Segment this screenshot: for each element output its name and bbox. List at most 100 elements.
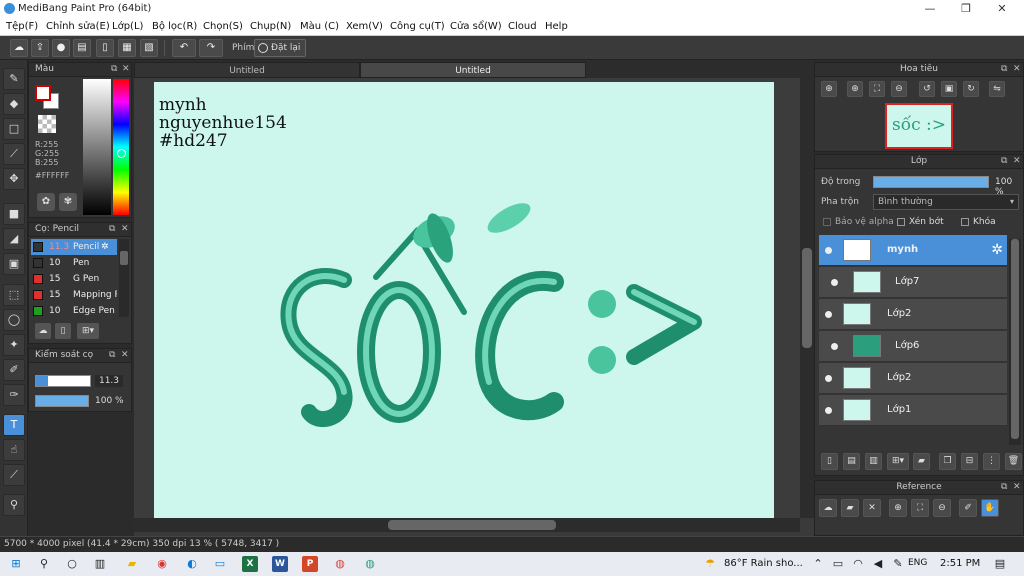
chrome-icon[interactable]: ◍ [332, 556, 348, 572]
new-8bit-layer-icon[interactable]: ▥ [865, 453, 882, 470]
select-eraser-icon[interactable]: ✑ [3, 384, 25, 406]
brush-size-slider[interactable] [35, 375, 91, 387]
navigator-preview[interactable]: sốc :> [885, 103, 953, 149]
new-halftone-layer-icon[interactable]: ▤ [843, 453, 860, 470]
visibility-icon[interactable] [825, 311, 832, 318]
menu-color[interactable]: Màu (C) [300, 21, 339, 32]
tab-untitled-1[interactable]: Untitled [134, 62, 360, 78]
dot-tool-icon[interactable]: □ [3, 118, 25, 140]
minimize-button[interactable]: — [912, 0, 948, 18]
canvas-viewport[interactable]: mynh nguyenhue154 #hd247 [134, 78, 800, 518]
excel-icon[interactable]: X [242, 556, 258, 572]
text-bubble-icon[interactable]: ▤ [73, 39, 91, 57]
lock-checkbox[interactable]: Khóa [961, 217, 996, 227]
visibility-icon[interactable] [825, 375, 832, 382]
panel-close-icon[interactable]: ✕ [121, 349, 129, 362]
word-icon[interactable]: W [272, 556, 288, 572]
layer-row[interactable]: Lớp7 [819, 267, 1007, 298]
media-player-icon[interactable]: ◉ [154, 556, 170, 572]
brush-item[interactable]: 10 Edge Pen [31, 303, 117, 319]
layer-row[interactable]: Lớp6 [819, 331, 1007, 362]
eyedropper-icon[interactable]: ✐ [959, 499, 977, 517]
menu-layer[interactable]: Lớp(L) [112, 21, 143, 32]
maximize-button[interactable]: ❐ [948, 0, 984, 18]
undock-icon[interactable]: ⧉ [109, 223, 115, 236]
rotate-left-icon[interactable]: ↺ [919, 81, 935, 97]
brush-item[interactable]: 10 Pen [31, 255, 117, 271]
actual-size-icon[interactable]: ▣ [941, 81, 957, 97]
brush-size-value[interactable]: 11.3 [95, 375, 123, 387]
cloud-icon[interactable]: ☁ [819, 499, 837, 517]
cloud-icon[interactable]: ☁ [10, 39, 28, 57]
scroll-thumb[interactable] [1011, 239, 1019, 439]
notification-icon[interactable]: ▤ [992, 556, 1008, 572]
undock-icon[interactable]: ⧉ [111, 63, 117, 76]
primary-color-swatch[interactable] [35, 85, 51, 101]
visibility-icon[interactable] [825, 247, 832, 254]
fill-rect-tool-icon[interactable]: ■ [3, 203, 25, 225]
select-pen-icon[interactable]: ✐ [3, 359, 25, 381]
clipping-checkbox[interactable]: Xén bớt [897, 217, 944, 227]
page-icon[interactable]: ▯ [96, 39, 114, 57]
tab-untitled-2[interactable]: Untitled [360, 62, 586, 78]
layer-scrollbar[interactable] [1009, 239, 1021, 445]
layer-row[interactable]: Lớp2 [819, 363, 1007, 394]
canvas[interactable]: mynh nguyenhue154 #hd247 [154, 82, 774, 518]
redo-icon[interactable]: ↷ [199, 39, 223, 57]
menu-capture[interactable]: Chụp(N) [250, 21, 291, 32]
layer-row[interactable]: Lớp2 [819, 299, 1007, 330]
close-button[interactable]: ✕ [984, 0, 1020, 18]
scroll-thumb[interactable] [388, 520, 556, 530]
visibility-icon[interactable] [831, 279, 838, 286]
layer-menu-icon[interactable]: ⋮ [983, 453, 1000, 470]
new-layer-icon[interactable]: ▯ [821, 453, 838, 470]
lasso-tool-icon[interactable]: ◯ [3, 309, 25, 331]
merge-layer-icon[interactable]: ⊟ [961, 453, 978, 470]
horizontal-scrollbar[interactable] [134, 518, 800, 532]
visibility-icon[interactable] [831, 343, 838, 350]
scroll-thumb[interactable] [802, 248, 812, 348]
menu-filter[interactable]: Bộ lọc(R) [152, 21, 197, 32]
menu-select[interactable]: Chọn(S) [203, 21, 243, 32]
menu-tools[interactable]: Công cụ(T) [390, 21, 445, 32]
add-layer-menu-icon[interactable]: ⊞▾ [887, 453, 909, 470]
zoom-out-icon[interactable]: ⊖ [891, 81, 907, 97]
panel-close-icon[interactable]: ✕ [1013, 155, 1021, 168]
file-explorer-icon[interactable]: ▰ [124, 556, 140, 572]
brush-item[interactable]: 15 Mapping Pen [31, 287, 117, 303]
new-brush-icon[interactable]: ▯ [55, 323, 71, 339]
layer-row[interactable]: mynh ✲ [819, 235, 1007, 266]
menu-cloud[interactable]: Cloud [508, 21, 537, 32]
operation-tool-icon[interactable]: ☝ [3, 439, 25, 461]
palette-icon[interactable]: ✿ [37, 193, 55, 211]
select-rect-icon[interactable]: ⬚ [3, 284, 25, 306]
menu-window[interactable]: Cửa sổ(W) [450, 21, 502, 32]
transparent-color-swatch[interactable] [38, 115, 56, 133]
layer-row[interactable]: Lớp1 [819, 395, 1007, 426]
reset-button[interactable]: Đặt lại [254, 39, 306, 57]
trash-icon[interactable]: 🗑 [1005, 453, 1022, 470]
monitor-icon[interactable]: ▭ [212, 556, 228, 572]
zoom-out-icon[interactable]: ⊖ [933, 499, 951, 517]
text-tool-icon[interactable]: T [3, 414, 25, 436]
undock-icon[interactable]: ⧉ [1001, 155, 1007, 168]
brush-item[interactable]: 15 G Pen [31, 271, 117, 287]
palette-add-icon[interactable]: ✾ [59, 193, 77, 211]
undo-icon[interactable]: ↶ [172, 39, 196, 57]
export-icon[interactable]: ⇪ [31, 39, 49, 57]
cloud-brush-icon[interactable]: ☁ [35, 323, 51, 339]
brush-scrollbar[interactable] [119, 239, 129, 317]
saturation-value-picker[interactable] [83, 79, 111, 215]
weather-text[interactable]: 86°F Rain sho... [724, 558, 803, 569]
brush-tool-icon[interactable]: ✎ [3, 68, 25, 90]
folder-icon[interactable]: ▰ [913, 453, 930, 470]
undock-icon[interactable]: ⧉ [1001, 481, 1007, 494]
menu-help[interactable]: Help [545, 21, 568, 32]
rotate-right-icon[interactable]: ↻ [963, 81, 979, 97]
panel-close-icon[interactable]: ✕ [1013, 63, 1021, 76]
panel-close-icon[interactable]: ✕ [1013, 481, 1021, 494]
zoom-in-alt-icon[interactable]: ⊕ [847, 81, 863, 97]
bucket-tool-icon[interactable]: ◢ [3, 228, 25, 250]
protect-alpha-checkbox[interactable]: Bảo vệ alpha [823, 217, 894, 227]
clock[interactable]: 2:51 PM [940, 558, 980, 569]
